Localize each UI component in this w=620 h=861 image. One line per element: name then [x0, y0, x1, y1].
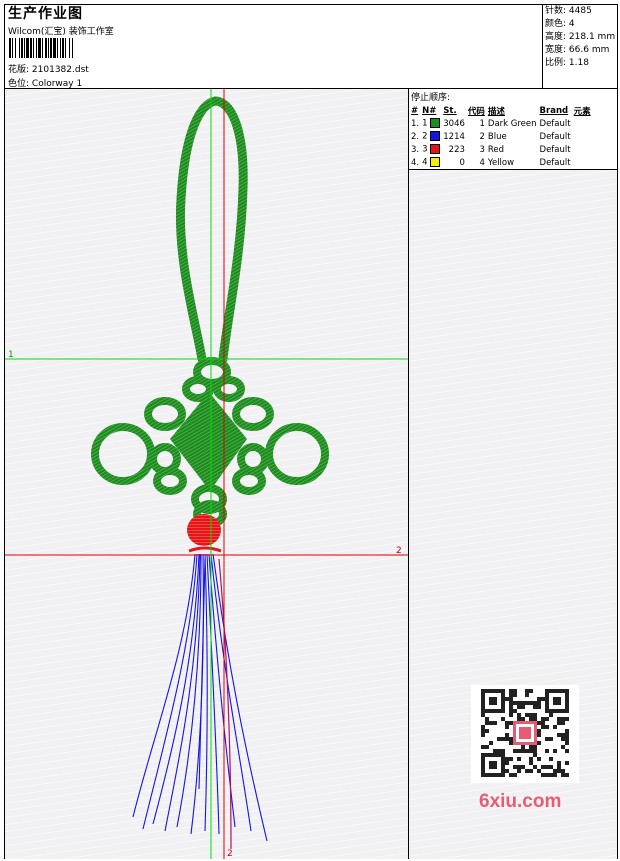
row-element	[574, 143, 594, 156]
header-info: 生产作业图 Wilcom(汇宝) 装饰工作室 花版: 2101382.dst 色…	[5, 5, 542, 89]
row-stitches: 0	[459, 157, 465, 168]
row-index: 1.	[411, 118, 420, 129]
column-header: N#	[422, 105, 437, 116]
row-brand: Default	[539, 144, 571, 155]
row-brand: Default	[539, 131, 571, 142]
row-element	[574, 130, 594, 143]
guide-label-2-vertical: 2	[227, 849, 233, 859]
row-stitches: 223	[448, 144, 465, 155]
design-canvas[interactable]: 1 2 2	[5, 89, 409, 859]
row-description: Red	[487, 144, 505, 155]
row-description: Blue	[487, 131, 507, 142]
stop-sequence-title: 停止顺序:	[411, 93, 451, 103]
row-code: 2	[479, 131, 485, 142]
table-row[interactable]: 1. 1 3046 1 Dark Green Default	[411, 117, 594, 130]
design-value: 2101382.dst	[31, 65, 89, 75]
design-label: 花版:	[8, 65, 30, 75]
row-index: 4.	[411, 157, 420, 168]
column-header: Brand	[539, 105, 569, 116]
company-name: Wilcom(汇宝) 装饰工作室	[8, 27, 114, 37]
row-brand: Default	[539, 118, 571, 129]
row-description: Dark Green	[487, 118, 537, 129]
worksheet: 生产作业图 Wilcom(汇宝) 装饰工作室 花版: 2101382.dst 色…	[4, 4, 618, 859]
row-element	[574, 117, 594, 130]
row-description: Yellow	[487, 157, 515, 168]
column-header: St.	[443, 105, 457, 116]
row-needle: 4	[422, 156, 443, 169]
row-needle: 3	[422, 143, 443, 156]
row-needle: 1	[422, 117, 443, 130]
tassel-strand-red	[218, 558, 232, 850]
stop-sequence-table: # N# St. 代码 描述 Brand 元素 1. 1 3046 1 Dark Gr…	[411, 104, 594, 169]
guide-label-2-horizontal: 2	[396, 546, 402, 556]
embroidery-preview: 1 2 2	[5, 89, 408, 859]
row-index: 3.	[411, 144, 420, 155]
stop-sequence-panel: 停止顺序: # N# St. 代码 描述 Brand 元素 1. 1 3046 1 D…	[409, 89, 617, 170]
qr-code	[471, 685, 579, 783]
color-swatch	[430, 144, 441, 155]
loop-cord	[175, 96, 248, 364]
row-stitches: 1214	[443, 131, 465, 142]
red-bead	[187, 514, 221, 546]
row-code: 1	[479, 118, 485, 129]
table-row[interactable]: 2. 2 1214 2 Blue Default	[411, 130, 594, 143]
design-width: 宽度: 66.6 mm	[545, 45, 610, 55]
color-swatch	[430, 118, 441, 129]
design-height: 高度: 218.1 mm	[545, 32, 616, 42]
column-header: 代码	[467, 106, 485, 117]
column-header: 描述	[487, 106, 505, 117]
stitch-count: 针数: 4485	[545, 6, 592, 16]
column-header: #	[411, 105, 419, 116]
row-needle: 2	[422, 130, 443, 143]
column-header: 元素	[573, 106, 591, 117]
barcode	[9, 38, 141, 58]
color-swatch	[430, 131, 441, 142]
tassel-strands	[132, 553, 268, 842]
row-code: 3	[479, 144, 485, 155]
table-row[interactable]: 4. 4 0 4 Yellow Default	[411, 156, 594, 169]
row-code: 4	[479, 157, 485, 168]
row-element	[574, 156, 594, 169]
table-row[interactable]: 3. 3 223 3 Red Default	[411, 143, 594, 156]
design-specs: 针数: 4485 颜色: 4 高度: 218.1 mm 宽度: 66.6 mm …	[542, 5, 618, 88]
row-stitches: 3046	[443, 118, 465, 129]
row-index: 2.	[411, 131, 420, 142]
table-header-row: # N# St. 代码 描述 Brand 元素	[411, 104, 594, 117]
color-swatch	[430, 157, 441, 168]
red-band	[188, 546, 222, 553]
color-count: 颜色: 4	[545, 19, 575, 29]
page-title: 生产作业图	[8, 6, 83, 22]
row-brand: Default	[539, 157, 571, 168]
design-scale: 比例: 1.18	[545, 58, 589, 68]
watermark-text: 6xiu.com	[479, 791, 562, 812]
guide-label-1: 1	[8, 350, 14, 360]
design-file-row: 花版: 2101382.dst	[8, 62, 89, 75]
